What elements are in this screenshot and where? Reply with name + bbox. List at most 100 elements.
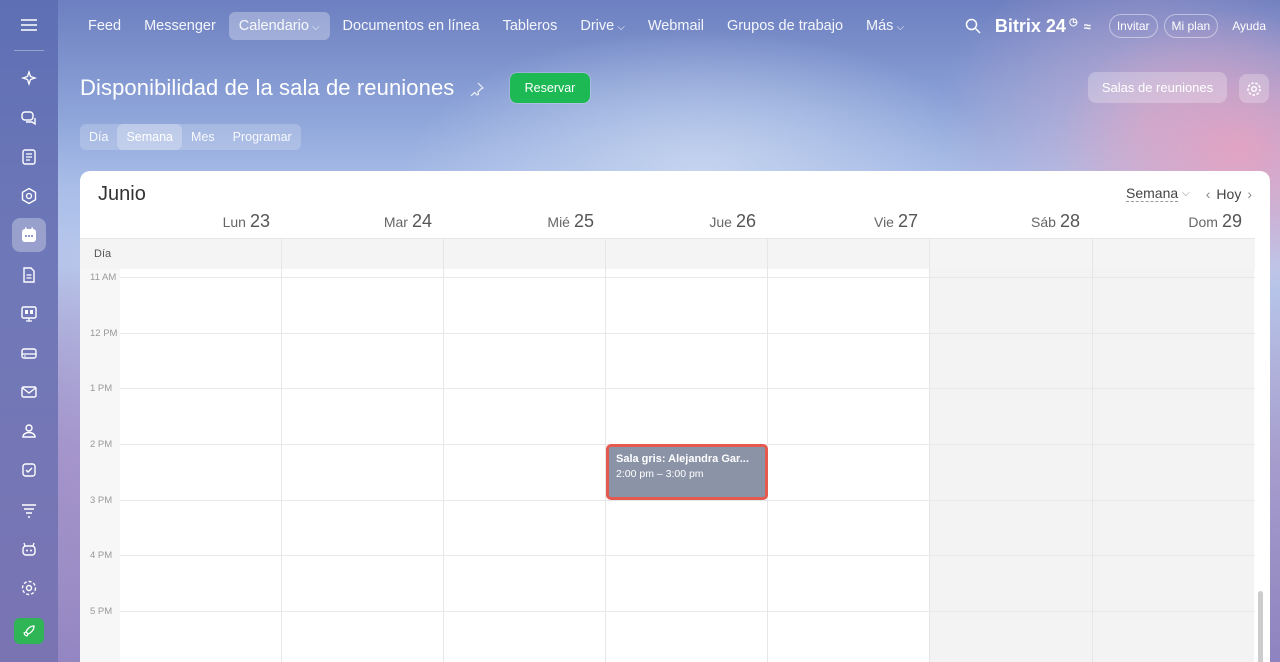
nav-item-calendario[interactable]: Calendario ⌵ bbox=[228, 12, 330, 40]
hour-label: 5 PM bbox=[90, 606, 113, 617]
today-button[interactable]: Hoy bbox=[1216, 186, 1241, 202]
day-header[interactable]: Mié 25 bbox=[432, 211, 594, 232]
nav-item-tableros[interactable]: Tableros bbox=[493, 12, 568, 40]
hour-label: 1 PM bbox=[90, 383, 113, 394]
page-title: Disponibilidad de la sala de reuniones bbox=[80, 75, 455, 100]
day-header[interactable]: Lun 23 bbox=[108, 211, 270, 232]
invite-button[interactable]: Invitar bbox=[1108, 14, 1158, 38]
day-header[interactable]: Jue 26 bbox=[594, 211, 756, 232]
document-icon[interactable] bbox=[12, 258, 46, 292]
day-number: 25 bbox=[573, 211, 594, 231]
tasks-icon[interactable] bbox=[12, 453, 46, 487]
hour-label: 4 PM bbox=[90, 550, 113, 561]
pin-icon[interactable] bbox=[470, 82, 485, 101]
day-number: 23 bbox=[249, 211, 270, 231]
robot-icon[interactable] bbox=[12, 532, 46, 566]
tab-dia[interactable]: Día bbox=[80, 124, 117, 150]
my-plan-button[interactable]: Mi plan bbox=[1163, 14, 1219, 38]
reserve-button[interactable]: Reservar bbox=[510, 73, 590, 103]
day-name: Sáb bbox=[1031, 214, 1056, 230]
day-name: Mié bbox=[547, 214, 570, 230]
day-name: Lun bbox=[222, 214, 246, 230]
main-nav: Feed Messenger Calendario ⌵ Documentos en… bbox=[78, 12, 917, 40]
calendar-month: Junio bbox=[98, 183, 146, 205]
hour-line bbox=[120, 611, 1255, 612]
mail-icon[interactable] bbox=[12, 375, 46, 409]
sparkle-icon[interactable] bbox=[12, 62, 46, 96]
day-header[interactable]: Sáb 28 bbox=[918, 211, 1080, 232]
hour-label: 11 AM bbox=[90, 272, 117, 283]
rocket-icon[interactable] bbox=[14, 617, 44, 644]
nav-item-mas[interactable]: Más ⌵ bbox=[856, 12, 914, 40]
day-number: 29 bbox=[1221, 211, 1242, 231]
tab-mes[interactable]: Mes bbox=[182, 124, 224, 150]
day-number: 24 bbox=[411, 211, 432, 231]
nav-item-messenger[interactable]: Messenger bbox=[134, 12, 226, 40]
left-sidebar bbox=[0, 0, 58, 662]
hour-label: 2 PM bbox=[90, 439, 113, 450]
day-name: Mar bbox=[383, 214, 408, 230]
all-day-row[interactable]: Día bbox=[80, 238, 1255, 269]
weekend-column bbox=[930, 269, 1092, 662]
day-header[interactable]: Dom 29 bbox=[1080, 211, 1242, 232]
feed-icon[interactable] bbox=[12, 140, 46, 174]
hour-line bbox=[120, 388, 1255, 389]
chevron-down-icon: ⌵ bbox=[1182, 188, 1190, 199]
day-divider bbox=[1092, 238, 1093, 662]
calendar-controls: Semana ⌵ ‹ Hoy › bbox=[1126, 185, 1258, 202]
drive-icon[interactable] bbox=[12, 336, 46, 370]
day-header[interactable]: Vie 27 bbox=[756, 211, 918, 232]
brand-logo[interactable]: Bitrix 24 ◷ ≈ bbox=[995, 16, 1091, 37]
chevron-down-icon: ⌵ bbox=[311, 22, 320, 33]
gear-icon[interactable] bbox=[1239, 74, 1269, 103]
search-icon[interactable] bbox=[965, 18, 981, 34]
sidebar-divider bbox=[14, 50, 44, 51]
day-number: 26 bbox=[735, 211, 756, 231]
meeting-rooms-button[interactable]: Salas de reuniones bbox=[1088, 72, 1227, 103]
chevron-down-icon: ⌵ bbox=[617, 22, 625, 33]
hour-line bbox=[120, 277, 1255, 278]
nav-item-grupos[interactable]: Grupos de trabajo bbox=[717, 12, 853, 40]
hour-line bbox=[120, 333, 1255, 334]
help-button[interactable]: Ayuda bbox=[1224, 14, 1274, 38]
nav-item-webmail[interactable]: Webmail bbox=[638, 12, 714, 40]
calendar-icon[interactable] bbox=[12, 218, 46, 253]
hexagon-icon[interactable] bbox=[12, 179, 46, 213]
day-name: Jue bbox=[709, 214, 732, 230]
board-icon[interactable] bbox=[12, 297, 46, 331]
nav-item-drive[interactable]: Drive ⌵ bbox=[570, 12, 634, 40]
nav-item-documentos[interactable]: Documentos en línea bbox=[333, 12, 490, 40]
event-title: Sala gris: Alejandra Gar... bbox=[616, 453, 749, 465]
nav-item-label: Calendario bbox=[238, 18, 309, 34]
tab-programar[interactable]: Programar bbox=[224, 124, 301, 150]
event-time: 2:00 pm – 3:00 pm bbox=[616, 468, 704, 480]
tab-semana[interactable]: Semana bbox=[117, 124, 183, 150]
calendar-panel: Junio Semana ⌵ ‹ Hoy › Lun 23 Mar 24 Mié 25… bbox=[80, 171, 1270, 662]
users-icon[interactable] bbox=[12, 414, 46, 448]
chat-icon[interactable] bbox=[12, 101, 46, 135]
day-divider bbox=[443, 238, 444, 662]
scrollbar[interactable] bbox=[1258, 591, 1263, 662]
view-tabs: Día Semana Mes Programar bbox=[80, 124, 301, 150]
menu-icon[interactable] bbox=[18, 14, 40, 36]
settings-icon[interactable] bbox=[12, 571, 46, 605]
nav-item-label: Drive bbox=[580, 18, 615, 34]
day-number: 27 bbox=[897, 211, 918, 231]
filter-icon[interactable] bbox=[12, 493, 46, 527]
clock-icon: ◷ bbox=[1068, 16, 1078, 28]
nav-item-feed[interactable]: Feed bbox=[78, 12, 131, 40]
calendar-event[interactable]: Sala gris: Alejandra Gar... 2:00 pm – 3:… bbox=[606, 444, 768, 500]
day-divider bbox=[281, 238, 282, 662]
hour-label: 3 PM bbox=[90, 495, 113, 506]
top-right-controls: Bitrix 24 ◷ ≈ Invitar Mi plan Ayuda bbox=[965, 0, 1280, 52]
day-name: Vie bbox=[873, 214, 894, 230]
view-select[interactable]: Semana bbox=[1126, 185, 1179, 202]
all-day-label: Día bbox=[94, 248, 112, 260]
sliders-icon[interactable]: ≈ bbox=[1084, 19, 1091, 34]
previous-icon[interactable]: ‹ bbox=[1206, 186, 1211, 202]
day-number: 28 bbox=[1059, 211, 1080, 231]
next-icon[interactable]: › bbox=[1247, 186, 1252, 202]
hour-label: 12 PM bbox=[90, 328, 118, 339]
day-header[interactable]: Mar 24 bbox=[270, 211, 432, 232]
brand-text: Bitrix 24 bbox=[994, 15, 1066, 36]
